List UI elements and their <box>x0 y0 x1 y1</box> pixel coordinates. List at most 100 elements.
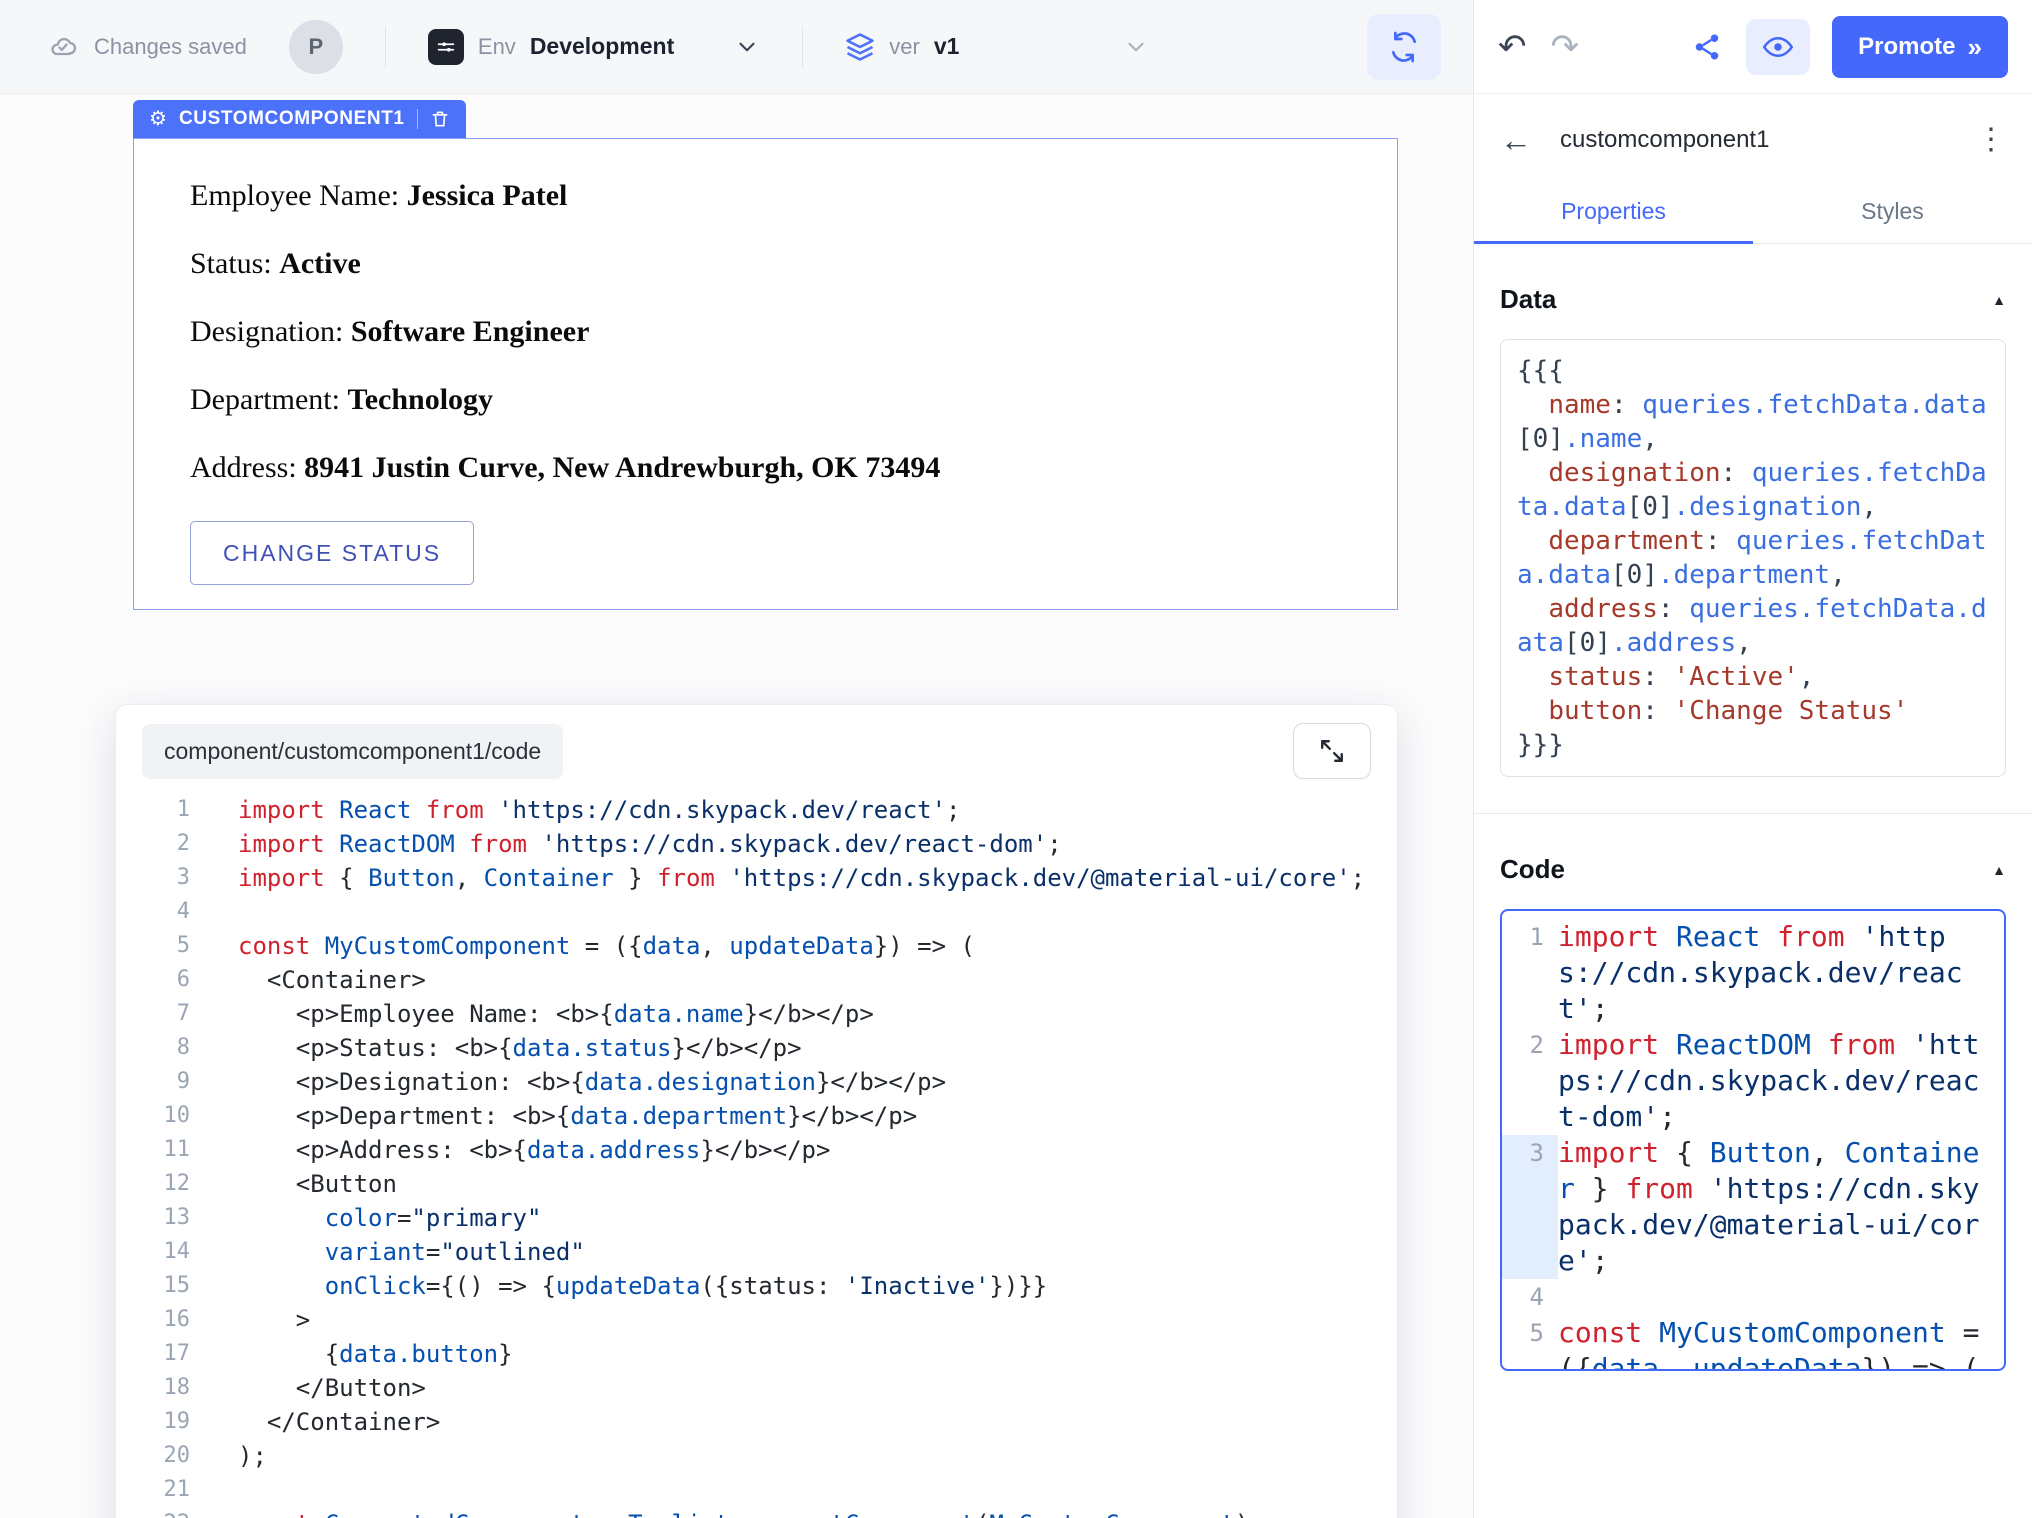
app-canvas[interactable]: ⚙ CUSTOMCOMPONENT1 Employee Name: Jessic… <box>0 94 1473 1518</box>
code-editor[interactable]: 1import React from 'https://cdn.skypack.… <box>116 789 1397 1518</box>
code-line: 3import { Button, Container } from 'http… <box>1502 1135 1994 1279</box>
code-line-text[interactable]: }}} <box>1517 728 1989 762</box>
widget-config-tab[interactable]: ⚙ CUSTOMCOMPONENT1 <box>133 100 466 138</box>
code-line-text[interactable]: <Button <box>238 1167 397 1201</box>
promote-button[interactable]: Promote » <box>1832 16 2008 78</box>
line-number: 10 <box>134 1099 190 1133</box>
app-header: Changes saved P Env Development ver v1 <box>0 0 1473 94</box>
code-line: 1import React from 'https://cdn.skypack.… <box>1502 919 1994 1027</box>
code-property-editor[interactable]: 1import React from 'https://cdn.skypack.… <box>1500 909 2006 1371</box>
component-code-panel: component/customcomponent1/code 1import … <box>115 704 1398 1518</box>
code-line: name: queries.fetchData.data[0].name, <box>1517 388 1989 456</box>
field-label: Department: <box>190 383 347 416</box>
code-line-text[interactable]: import ReactDOM from 'https://cdn.skypac… <box>238 827 1062 861</box>
code-line: address: queries.fetchData.data[0].addre… <box>1517 592 1989 660</box>
change-status-button[interactable]: CHANGE STATUS <box>190 521 474 585</box>
code-line-text[interactable]: import { Button, Container } from 'https… <box>238 861 1365 895</box>
code-line-text[interactable]: <Container> <box>238 963 426 997</box>
data-binding-editor[interactable]: {{{ name: queries.fetchData.data[0].name… <box>1500 339 2006 777</box>
code-line-text[interactable]: {data.button} <box>238 1337 513 1371</box>
code-line-text[interactable]: button: 'Change Status' <box>1517 694 1989 728</box>
code-line: }}} <box>1517 728 1989 762</box>
collapse-triangle-icon[interactable]: ▲ <box>1992 292 2006 308</box>
back-arrow-icon[interactable]: ← <box>1500 124 1532 156</box>
code-line-text[interactable]: </Container> <box>238 1405 440 1439</box>
code-line-text[interactable] <box>238 895 252 929</box>
code-line-text[interactable]: <p>Address: <b>{data.address}</b></p> <box>238 1133 830 1167</box>
code-line-text[interactable]: <p>Status: <b>{data.status}</b></p> <box>238 1031 802 1065</box>
code-line-text[interactable]: <p>Designation: <b>{data.designation}</b… <box>238 1065 946 1099</box>
field-value: 8941 Justin Curve, New Andrewburgh, OK 7… <box>304 451 940 484</box>
line-number: 4 <box>1502 1279 1558 1315</box>
collapse-icon <box>1319 738 1345 764</box>
tab-properties[interactable]: Properties <box>1474 180 1753 243</box>
collapse-editor-button[interactable] <box>1293 723 1371 779</box>
redo-icon[interactable]: ↷ <box>1551 30 1580 64</box>
code-line-text[interactable]: onClick={() => {updateData({status: 'Ina… <box>238 1269 1047 1303</box>
line-number: 15 <box>134 1269 190 1303</box>
environment-selector[interactable]: Env Development <box>428 29 760 65</box>
divider <box>1474 813 2032 814</box>
code-line-text[interactable]: variant="outlined" <box>238 1235 585 1269</box>
code-section-header[interactable]: Code ▲ <box>1500 854 2006 885</box>
widget-name-label: CUSTOMCOMPONENT1 <box>179 108 405 130</box>
preview-button[interactable] <box>1746 19 1810 75</box>
code-line: designation: queries.fetchData.data[0].d… <box>1517 456 1989 524</box>
sync-icon <box>1388 31 1420 63</box>
chevron-down-icon[interactable] <box>1123 34 1149 60</box>
custom-component-widget[interactable]: Employee Name: Jessica PatelStatus: Acti… <box>133 138 1398 610</box>
code-line-text[interactable]: const ConnectedComponent = Tooljet.conne… <box>238 1507 1264 1518</box>
code-line-text[interactable]: {{{ <box>1517 354 1989 388</box>
code-line-text[interactable]: import { Button, Container } from 'https… <box>1558 1135 1994 1279</box>
field-value: Technology <box>347 383 493 416</box>
line-number: 22 <box>134 1507 190 1518</box>
kebab-menu-icon[interactable]: ⋮ <box>1976 125 2006 155</box>
tab-styles[interactable]: Styles <box>1753 180 2032 243</box>
field-label: Employee Name: <box>190 179 407 212</box>
code-line-text[interactable]: status: 'Active', <box>1517 660 1989 694</box>
line-number: 2 <box>134 827 190 861</box>
gear-icon[interactable]: ⚙ <box>149 109 167 129</box>
version-selector[interactable]: ver v1 <box>845 32 1149 62</box>
code-line-text[interactable]: const MyCustomComponent = ({data, update… <box>238 929 975 963</box>
code-line-text[interactable] <box>1558 1279 1994 1315</box>
share-button[interactable] <box>1692 32 1722 62</box>
avatar[interactable]: P <box>289 20 343 74</box>
code-line-text[interactable] <box>238 1473 252 1507</box>
code-line: 5const MyCustomComponent = ({data, updat… <box>1502 1315 1994 1371</box>
code-line-text[interactable]: </Button> <box>238 1371 426 1405</box>
employee-field: Address: 8941 Justin Curve, New Andrewbu… <box>190 449 1357 487</box>
env-label: Env <box>478 34 516 60</box>
data-binding-code[interactable]: {{{ name: queries.fetchData.data[0].name… <box>1517 354 1989 762</box>
trash-icon[interactable] <box>430 109 450 129</box>
code-line-text[interactable]: <p>Department: <b>{data.department}</b><… <box>238 1099 917 1133</box>
employee-field: Employee Name: Jessica Patel <box>190 177 1357 215</box>
version-value: v1 <box>934 33 960 60</box>
code-line-text[interactable]: color="primary" <box>238 1201 541 1235</box>
refresh-preview-button[interactable] <box>1367 14 1441 80</box>
code-line-text[interactable]: import React from 'https://cdn.skypack.d… <box>238 793 961 827</box>
code-line-text[interactable]: ); <box>238 1439 267 1473</box>
divider <box>802 26 803 68</box>
code-line-text[interactable]: import React from 'https://cdn.skypack.d… <box>1558 919 1994 1027</box>
data-section-header[interactable]: Data ▲ <box>1500 284 2006 315</box>
code-line-text[interactable]: import ReactDOM from 'https://cdn.skypac… <box>1558 1027 1994 1135</box>
code-line-text[interactable]: designation: queries.fetchData.data[0].d… <box>1517 456 1989 524</box>
undo-icon[interactable]: ↶ <box>1498 30 1527 64</box>
code-line: 9 <p>Designation: <b>{data.designation}<… <box>134 1065 1397 1099</box>
code-line-text[interactable]: address: queries.fetchData.data[0].addre… <box>1517 592 1989 660</box>
code-line-text[interactable]: department: queries.fetchData.data[0].de… <box>1517 524 1989 592</box>
code-line-text[interactable]: > <box>238 1303 310 1337</box>
inspector-body: Data ▲ {{{ name: queries.fetchData.data[… <box>1474 284 2032 1371</box>
code-line-text[interactable]: name: queries.fetchData.data[0].name, <box>1517 388 1989 456</box>
inspector-header: ← customcomponent1 ⋮ <box>1474 94 2032 166</box>
code-line-text[interactable]: const MyCustomComponent = ({data, update… <box>1558 1315 1994 1371</box>
code-line-text[interactable]: <p>Employee Name: <b>{data.name}</b></p> <box>238 997 874 1031</box>
chevron-down-icon[interactable] <box>734 34 760 60</box>
line-number: 21 <box>134 1473 190 1507</box>
collapse-triangle-icon[interactable]: ▲ <box>1992 862 2006 878</box>
field-value: Active <box>279 247 361 280</box>
code-line: 19 </Container> <box>134 1405 1397 1439</box>
code-line: 4 <box>134 895 1397 929</box>
code-property-code[interactable]: 1import React from 'https://cdn.skypack.… <box>1502 919 1994 1371</box>
